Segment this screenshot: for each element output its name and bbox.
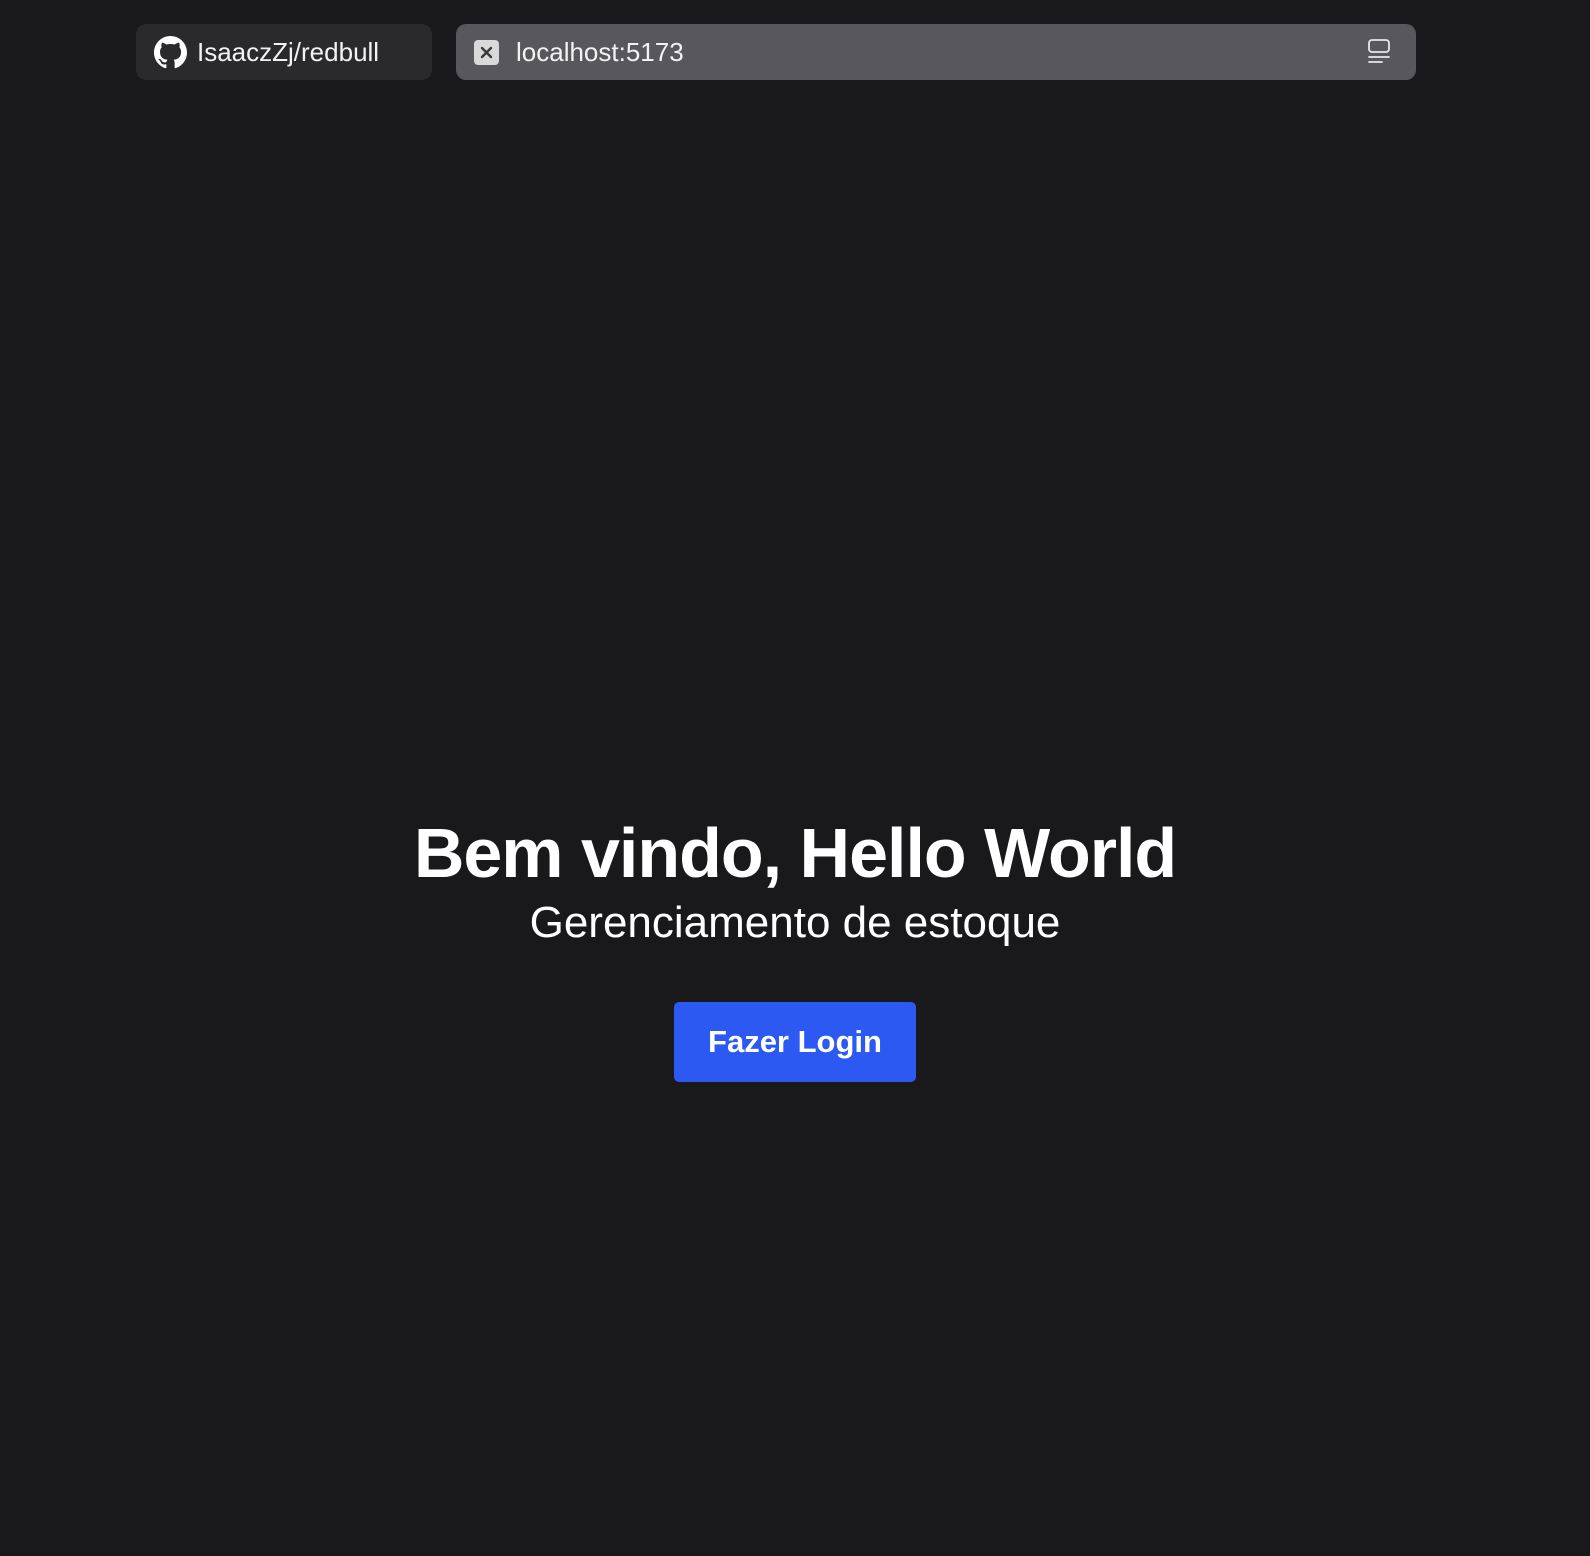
close-icon[interactable] — [474, 39, 499, 65]
github-tab[interactable]: IsaaczZj/redbull — [136, 24, 432, 80]
page-subtitle: Gerenciamento de estoque — [529, 898, 1061, 947]
hero-section: Bem vindo, Hello World Gerenciamento de … — [0, 812, 1590, 1082]
reader-mode-icon[interactable] — [1364, 37, 1394, 67]
url-tab[interactable]: localhost:5173 — [456, 24, 1416, 80]
github-icon — [154, 35, 187, 69]
login-button[interactable]: Fazer Login — [674, 1002, 916, 1082]
github-tab-label: IsaaczZj/redbull — [197, 36, 380, 67]
page-title: Bem vindo, Hello World — [413, 814, 1177, 892]
url-label: localhost:5173 — [516, 36, 684, 67]
